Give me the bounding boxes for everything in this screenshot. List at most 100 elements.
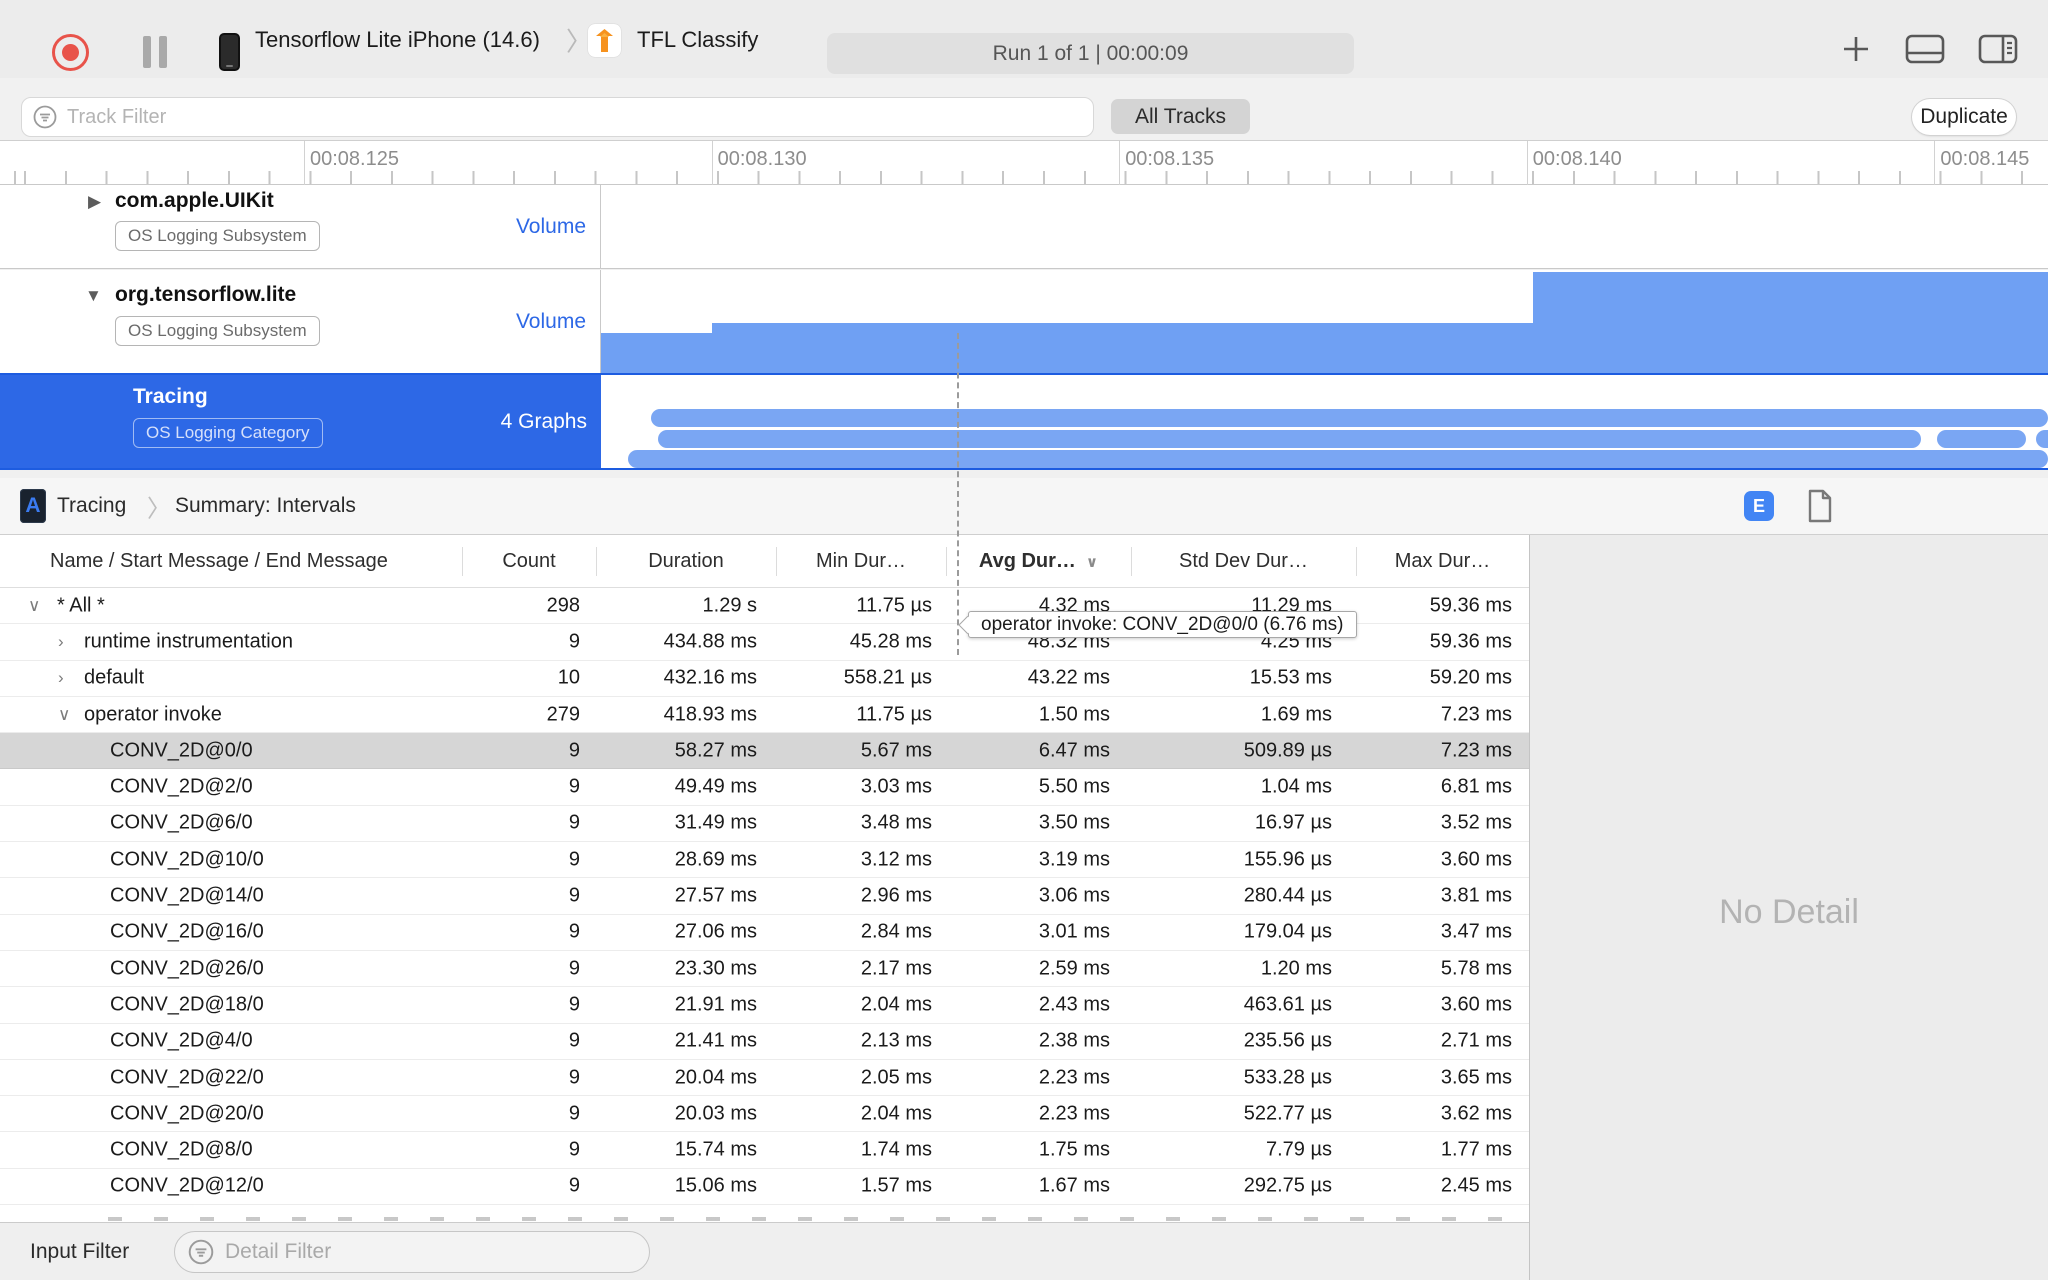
column-header-avg-sorted[interactable]: Avg Dur… ∨ (946, 535, 1131, 588)
toggle-right-pane-button[interactable] (1976, 31, 2020, 72)
disclosure-expanded-icon[interactable]: ▼ (85, 286, 102, 306)
breadcrumb-page[interactable]: Summary: Intervals (175, 494, 356, 518)
column-header-name[interactable]: Name / Start Message / End Message (0, 535, 462, 588)
track-row-tracing-selected[interactable]: Tracing OS Logging Category 4 Graphs (0, 373, 2048, 470)
track-filter-input[interactable]: Track Filter (21, 97, 1094, 137)
timeline-ruler[interactable]: 00:08.125 00:08.130 00:08.135 00:08.140 00:0… (0, 141, 2048, 185)
table-row[interactable]: CONV_2D@12/0 9 15.06 ms 1.57 ms 1.67 ms 292.7… (0, 1169, 1529, 1205)
row-avg: 1.75 ms (1038, 1138, 1110, 1161)
row-disclosure-expanded-icon[interactable]: ∨ (58, 705, 70, 725)
summary-table-body: ∨ * All * 298 1.29 s 11.75 µs 4.32 ms 11.29 ms… (0, 588, 1529, 1205)
table-row[interactable]: CONV_2D@26/0 9 23.30 ms 2.17 ms 2.59 ms 1.20 … (0, 951, 1529, 988)
row-avg: 3.01 ms (1038, 920, 1110, 943)
all-tracks-button[interactable]: All Tracks (1111, 99, 1250, 134)
row-name: operator invoke (84, 703, 222, 726)
row-max: 59.20 ms (1429, 666, 1512, 689)
column-header-max[interactable]: Max Dur… (1356, 535, 1529, 588)
breadcrumb-root[interactable]: Tracing (57, 494, 126, 518)
row-name: CONV_2D@22/0 (110, 1066, 264, 1088)
row-std: 280.44 µs (1243, 884, 1332, 907)
table-row[interactable]: CONV_2D@16/0 9 27.06 ms 2.84 ms 3.01 ms 179.0… (0, 915, 1529, 951)
row-duration: 49.49 ms (674, 775, 757, 798)
pause-button[interactable] (143, 36, 167, 68)
row-count: 9 (568, 993, 580, 1016)
table-row[interactable]: CONV_2D@20/0 9 20.03 ms 2.04 ms 2.23 ms 522.7… (0, 1096, 1529, 1133)
table-row[interactable]: CONV_2D@4/0 9 21.41 ms 2.13 ms 2.38 ms 235.56… (0, 1024, 1529, 1060)
row-min: 1.57 ms (860, 1174, 932, 1197)
row-name: * All * (57, 594, 105, 617)
row-std: 1.20 ms (1260, 957, 1332, 980)
row-count: 9 (568, 1029, 580, 1052)
track-header-tensorflow[interactable]: ▼ org.tensorflow.lite OS Logging Subsyst… (0, 270, 601, 373)
table-row-selected[interactable]: CONV_2D@0/0 9 58.27 ms 5.67 ms 6.47 ms 509.89… (0, 733, 1529, 770)
table-row[interactable]: CONV_2D@8/0 9 15.74 ms 1.74 ms 1.75 ms 7.79 µ… (0, 1132, 1529, 1169)
device-target-label[interactable]: Tensorflow Lite iPhone (14.6) (255, 27, 540, 53)
toggle-bottom-pane-button[interactable] (1903, 31, 1947, 72)
row-max: 3.60 ms (1440, 993, 1512, 1016)
track-meta-label: 4 Graphs (500, 409, 587, 433)
row-min: 2.17 ms (860, 957, 932, 980)
row-avg: 3.06 ms (1038, 884, 1110, 907)
detail-filter-input[interactable]: Detail Filter (174, 1231, 650, 1273)
row-avg: 43.22 ms (1027, 666, 1110, 689)
row-disclosure-collapsed-icon[interactable]: › (58, 632, 64, 652)
app-target-label[interactable]: TFL Classify (637, 27, 758, 53)
row-min: 2.04 ms (860, 993, 932, 1016)
interval-lane-2[interactable] (658, 430, 1921, 448)
row-disclosure-collapsed-icon[interactable]: › (58, 668, 64, 688)
track-title: org.tensorflow.lite (115, 283, 297, 306)
playhead-line[interactable] (957, 333, 959, 655)
row-min: 2.96 ms (860, 884, 932, 907)
row-count: 9 (568, 957, 580, 980)
row-max: 3.47 ms (1440, 920, 1512, 943)
disclosure-collapsed-icon[interactable]: ▶ (88, 192, 101, 212)
row-avg: 3.19 ms (1038, 848, 1110, 871)
row-duration: 15.06 ms (674, 1174, 757, 1197)
column-header-min[interactable]: Min Dur… (776, 535, 946, 588)
interval-lane-1[interactable] (651, 409, 2048, 427)
row-avg: 3.50 ms (1038, 811, 1110, 834)
row-std: 1.69 ms (1260, 703, 1332, 726)
record-button[interactable] (52, 34, 89, 71)
row-duration: 432.16 ms (663, 666, 757, 689)
track-header-uikit[interactable]: ▶ com.apple.UIKit OS Logging Subsystem V… (0, 185, 601, 268)
track-header-tracing[interactable]: Tracing OS Logging Category 4 Graphs (0, 375, 601, 468)
table-row[interactable]: ∨ operator invoke 279 418.93 ms 11.75 µs 1.50… (0, 697, 1529, 734)
table-row[interactable]: CONV_2D@6/0 9 31.49 ms 3.48 ms 3.50 ms 16.97 … (0, 806, 1529, 843)
duplicate-button[interactable]: Duplicate (1912, 99, 2016, 135)
expert-info-button[interactable]: E (1744, 491, 1774, 521)
add-instrument-button[interactable] (1838, 31, 1874, 72)
detail-filter-bar: Input Filter Detail Filter (0, 1222, 1529, 1280)
row-disclosure-expanded-icon[interactable]: ∨ (28, 596, 40, 616)
toolbar: Tensorflow Lite iPhone (14.6) 〉 TFL Clas… (0, 0, 2048, 78)
track-row-uikit[interactable]: ▶ com.apple.UIKit OS Logging Subsystem V… (0, 185, 2048, 269)
track-row-tensorflow[interactable]: ▼ org.tensorflow.lite OS Logging Subsyst… (0, 270, 2048, 373)
table-row[interactable]: › default 10 432.16 ms 558.21 µs 43.22 ms 15.5… (0, 661, 1529, 697)
table-row[interactable]: CONV_2D@22/0 9 20.04 ms 2.05 ms 2.23 ms 533.2… (0, 1060, 1529, 1097)
ruler-time-label: 00:08.130 (717, 148, 807, 170)
filter-icon (188, 1239, 214, 1265)
row-count: 9 (568, 630, 580, 653)
table-row[interactable]: CONV_2D@2/0 9 49.49 ms 3.03 ms 5.50 ms 1.04 m… (0, 769, 1529, 806)
column-header-count[interactable]: Count (462, 535, 596, 588)
row-min: 1.74 ms (860, 1138, 932, 1161)
row-duration: 434.88 ms (663, 630, 757, 653)
row-std: 1.04 ms (1260, 775, 1332, 798)
interval-lane-2-segment[interactable] (1937, 430, 2026, 448)
interval-lane-3[interactable] (628, 450, 2048, 468)
row-max: 2.71 ms (1440, 1029, 1512, 1052)
interval-lane-2-segment[interactable] (2036, 430, 2048, 448)
row-avg: 5.50 ms (1038, 775, 1110, 798)
ruler-time-label: 00:08.140 (1532, 148, 1622, 170)
column-header-stddev[interactable]: Std Dev Dur… (1131, 535, 1356, 588)
table-row[interactable]: CONV_2D@18/0 9 21.91 ms 2.04 ms 2.43 ms 463.6… (0, 987, 1529, 1024)
track-title: com.apple.UIKit (115, 189, 274, 212)
row-duration: 28.69 ms (674, 848, 757, 871)
row-avg: 2.43 ms (1038, 993, 1110, 1016)
row-duration: 27.06 ms (674, 920, 757, 943)
document-icon[interactable] (1806, 489, 1834, 528)
column-header-duration[interactable]: Duration (596, 535, 776, 588)
table-row[interactable]: CONV_2D@10/0 9 28.69 ms 3.12 ms 3.19 ms 155.9… (0, 842, 1529, 879)
table-row[interactable]: CONV_2D@14/0 9 27.57 ms 2.96 ms 3.06 ms 280.4… (0, 878, 1529, 915)
row-name: CONV_2D@18/0 (110, 993, 264, 1016)
